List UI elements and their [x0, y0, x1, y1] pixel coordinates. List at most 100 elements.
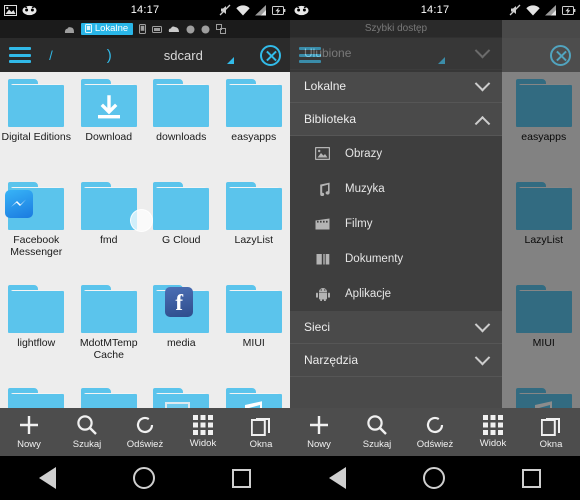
folder-icon[interactable] [225, 182, 282, 230]
bottom-toolbar-item-okna[interactable]: Okna [232, 415, 290, 450]
file-grid-container[interactable]: obcięta Digital EditionsDownloaddownload… [0, 72, 290, 436]
cloud-icon[interactable] [168, 25, 180, 33]
left-panel-file-manager: 14:17 Lokalne / ) sdcard Digital Edition… [0, 0, 290, 500]
file-grid-item[interactable]: lightflow [0, 278, 73, 381]
network-icon[interactable] [216, 24, 227, 34]
hamburger-icon[interactable] [299, 47, 321, 63]
folder-icon[interactable]: f [153, 285, 210, 333]
windows-icon [541, 417, 560, 436]
back-triangle-icon[interactable] [328, 467, 346, 489]
file-grid-item-label: G Cloud [161, 234, 201, 246]
bottom-toolbar-item-widok[interactable]: Widok [174, 415, 232, 449]
dot-icon[interactable] [186, 25, 195, 34]
drawer-library-item-dokumenty[interactable]: Dokumenty [290, 241, 502, 276]
bottom-toolbar-item-szukaj[interactable]: Szukaj [58, 414, 116, 450]
folder-icon[interactable] [80, 285, 137, 333]
drawer-library-item-muzyka[interactable]: Muzyka [290, 171, 502, 206]
file-grid-item[interactable]: downloads [145, 72, 218, 175]
triangle-icon[interactable] [226, 56, 234, 64]
chevron-up-icon[interactable] [474, 115, 491, 132]
recents-square-icon[interactable] [232, 468, 252, 488]
file-grid-item[interactable]: Facebook Messenger [0, 175, 73, 278]
drawer-library-item-aplikacje[interactable]: Aplikacje [290, 276, 502, 311]
breadcrumb: / ) sdcard [31, 47, 250, 64]
close-circle-icon[interactable] [550, 44, 571, 66]
folder-icon[interactable] [153, 182, 210, 230]
file-grid-item[interactable]: G Cloud [145, 175, 218, 278]
file-grid-item[interactable]: easyapps [218, 72, 291, 175]
folder-icon[interactable] [225, 285, 282, 333]
home-circle-icon[interactable] [132, 467, 155, 489]
file-grid-item-label: media [166, 337, 196, 349]
tab-strip[interactable]: Lokalne [0, 20, 290, 38]
tab-strip[interactable] [290, 20, 580, 38]
bottom-toolbar-item-szukaj[interactable]: Szukaj [348, 414, 406, 450]
bottom-toolbar-item-nowy[interactable]: Nowy [0, 414, 58, 450]
drawer-group-narzedzia[interactable]: Narzędzia [290, 344, 502, 377]
folder-icon[interactable] [225, 79, 282, 127]
drawer-item-list[interactable]: UlubioneLokalneBibliotekaObrazyMuzykaFil… [290, 37, 502, 456]
tab-lokalne-label: Lokalne [94, 22, 129, 34]
folder-icon[interactable] [153, 79, 210, 127]
status-bar-right-icons [219, 4, 286, 16]
breadcrumb-root[interactable]: / [47, 48, 105, 63]
tab-lokalne[interactable]: Lokalne [80, 22, 134, 36]
folder-icon[interactable] [5, 182, 65, 230]
file-grid[interactable]: Digital Editions Download downloads easyapp… [0, 72, 290, 436]
file-grid-item[interactable]: MdotMTemp Cache [73, 278, 146, 381]
drawer-library-item-obrazy[interactable]: Obrazy [290, 136, 502, 171]
bottom-toolbar-item-label: Odśwież [126, 439, 164, 450]
quick-access-drawer: Szybki dostęp UlubioneLokalneBibliotekaO… [290, 20, 502, 456]
folder-icon[interactable] [80, 182, 137, 230]
status-bar-right-icons [509, 4, 576, 16]
home-icon[interactable] [64, 25, 75, 34]
drawer-group-lokalne[interactable]: Lokalne [290, 70, 502, 103]
file-grid-item[interactable]: f media [145, 278, 218, 381]
image-icon [315, 147, 330, 160]
bottom-toolbar[interactable]: Nowy Szukaj Odśwież Widok Okna [290, 408, 580, 456]
bottom-toolbar[interactable]: Nowy Szukaj Odśwież Widok Okna [0, 408, 290, 456]
recents-square-icon[interactable] [522, 468, 542, 488]
chevron-down-icon[interactable] [474, 349, 491, 365]
triangle-icon[interactable] [438, 56, 445, 64]
refresh-icon [426, 416, 444, 434]
sdcard-icon[interactable] [152, 25, 163, 34]
device-icon[interactable] [139, 24, 147, 34]
close-circle-icon[interactable] [260, 44, 281, 66]
file-grid-item[interactable]: MIUI [218, 278, 291, 381]
file-grid-item[interactable]: Download [73, 72, 146, 175]
folder-icon[interactable] [80, 79, 137, 127]
breadcrumb-current[interactable]: sdcard [162, 48, 205, 63]
film-icon [314, 218, 331, 230]
file-grid-item-label: fmd [99, 234, 118, 246]
system-nav-bar[interactable] [0, 456, 290, 500]
file-grid-item-label: MIUI [242, 337, 265, 349]
android-icon [314, 287, 331, 301]
drawer-group-sieci[interactable]: Sieci [290, 311, 502, 344]
bottom-toolbar-item-label: Nowy [307, 439, 331, 450]
bottom-toolbar-item-okna[interactable]: Okna [522, 415, 580, 450]
books-icon [314, 253, 331, 265]
back-triangle-icon[interactable] [38, 467, 56, 489]
file-grid-item-label: LazyList [234, 234, 274, 246]
bottom-toolbar-item-odswiez[interactable]: Odśwież [406, 414, 464, 450]
hamburger-icon[interactable] [9, 47, 31, 63]
bottom-toolbar-item-widok[interactable]: Widok [464, 415, 522, 449]
system-nav-bar[interactable] [290, 456, 580, 500]
home-circle-icon[interactable] [422, 467, 445, 489]
bottom-toolbar-item-nowy[interactable]: Nowy [290, 414, 348, 450]
folder-icon[interactable] [8, 79, 65, 127]
chevron-down-icon[interactable] [474, 316, 491, 332]
breadcrumb-separator: ) [106, 46, 112, 64]
bottom-toolbar-item-label: Widok [189, 438, 217, 449]
drawer-library-item-filmy[interactable]: Filmy [290, 206, 502, 241]
file-grid-item[interactable]: LazyList [218, 175, 291, 278]
chevron-down-icon[interactable] [474, 75, 491, 91]
dot-icon[interactable] [201, 25, 210, 34]
drawer-group-biblioteka[interactable]: Biblioteka [290, 103, 502, 136]
folder-icon[interactable] [8, 285, 65, 333]
plus-icon [20, 416, 38, 434]
folder-body [8, 85, 65, 127]
file-grid-item[interactable]: Digital Editions [0, 72, 73, 175]
bottom-toolbar-item-odswiez[interactable]: Odśwież [116, 414, 174, 450]
